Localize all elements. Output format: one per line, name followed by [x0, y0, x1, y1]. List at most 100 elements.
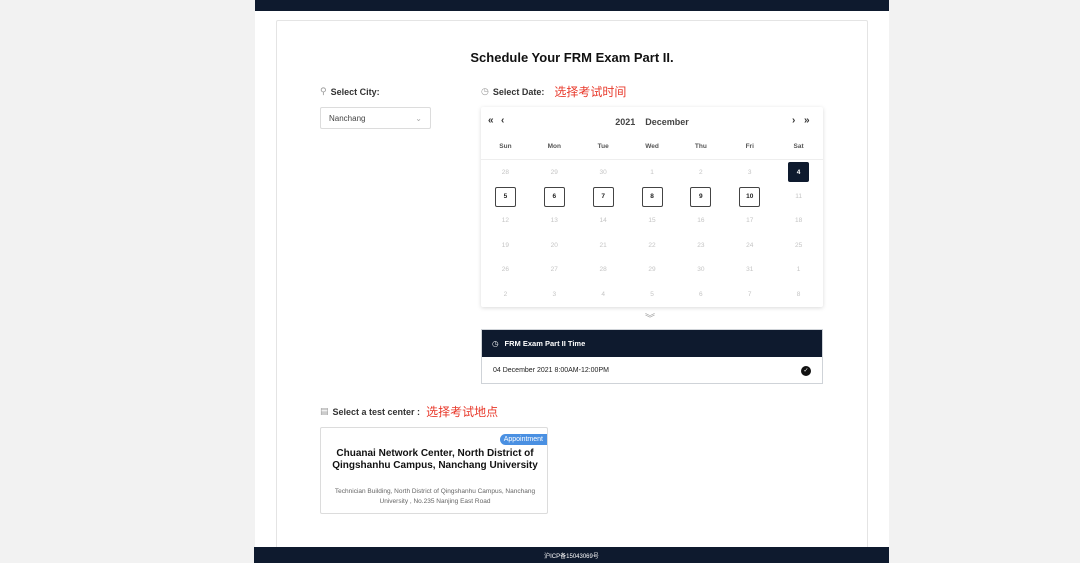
calendar-day-muted: 14	[579, 209, 628, 233]
weekday-label: Tue	[597, 143, 609, 150]
calendar-day-number: 3	[747, 168, 752, 176]
exam-time-panel: ◷ FRM Exam Part II Time 04 December 2021…	[481, 329, 823, 384]
double-chevron-down-icon[interactable]: ︾	[645, 310, 655, 325]
calendar-day-available[interactable]: 9	[676, 184, 725, 208]
calendar-day-selected[interactable]: 4	[774, 160, 823, 184]
calendar-day-number: 28	[599, 266, 607, 274]
calendar-day-number: 16	[697, 217, 705, 225]
exam-time-title: FRM Exam Part II Time	[504, 339, 586, 348]
calendar-day-number: 24	[746, 241, 754, 249]
calendar-day-available[interactable]: 7	[579, 184, 628, 208]
calendar-day-muted: 11	[774, 184, 823, 208]
calendar-day-number: 10	[739, 186, 761, 207]
page-title: Schedule Your FRM Exam Part II.	[470, 50, 674, 65]
calendar-day-muted: 25	[774, 233, 823, 257]
calendar-year[interactable]: 2021	[615, 117, 635, 127]
calendar-day-number: 8	[641, 186, 663, 207]
next-year-button[interactable]: »	[804, 115, 810, 126]
calendar-day-number: 6	[699, 290, 703, 298]
document-icon: ▤	[320, 406, 329, 416]
clock-icon: ◷	[492, 339, 499, 348]
calendar-day-muted: 2	[676, 160, 725, 184]
calendar-day-muted: 8	[774, 282, 823, 306]
calendar-day-number: 9	[690, 186, 712, 207]
calendar-day-number: 12	[501, 217, 510, 225]
exam-time-slot-label: 04 December 2021 8:00AM-12:00PM	[493, 367, 609, 374]
select-city-label-row: ⚲ Select City:	[320, 86, 380, 97]
calendar-day-number: 17	[746, 217, 754, 225]
test-center-label: Select a test center :	[332, 406, 421, 417]
city-select[interactable]: Nanchang ⌄	[320, 107, 431, 129]
calendar-day-number: 3	[552, 290, 557, 298]
calendar-day-number: 18	[794, 217, 803, 225]
calendar-day-available[interactable]: 8	[628, 184, 677, 208]
calendar-header: 2021 December	[481, 115, 823, 129]
calendar-day-number: 20	[550, 241, 558, 249]
calendar-day-number: 4	[601, 290, 605, 298]
calendar-day-number: 2	[503, 290, 508, 298]
calendar-day-muted: 19	[481, 233, 530, 257]
weekday-row: Sun Mon Tue Wed Thu Fri Sat	[481, 143, 823, 155]
calendar-day-muted: 1	[774, 258, 823, 282]
calendar-day-muted: 26	[481, 258, 530, 282]
top-bar	[255, 0, 889, 11]
calendar-day-muted: 2	[481, 282, 530, 306]
calendar-day-muted: 31	[725, 258, 774, 282]
calendar-day-available[interactable]: 5	[481, 184, 530, 208]
calendar-day-muted: 29	[530, 160, 579, 184]
footer-icp: 沪ICP备15043069号	[544, 553, 599, 560]
calendar-day-muted: 28	[579, 258, 628, 282]
calendar-day-available[interactable]: 6	[530, 184, 579, 208]
calendar-day-muted: 30	[676, 258, 725, 282]
calendar-day-number: 1	[796, 266, 801, 274]
calendar-day-number: 5	[494, 186, 516, 207]
calendar-day-muted: 24	[725, 233, 774, 257]
calendar-month[interactable]: December	[645, 117, 689, 127]
calendar-day-number: 15	[648, 217, 656, 225]
city-select-value: Nanchang	[329, 113, 366, 123]
weekday-label: Fri	[745, 143, 754, 150]
calendar-day-muted: 3	[530, 282, 579, 306]
calendar-day-muted: 17	[725, 209, 774, 233]
calendar-day-number: 6	[543, 186, 565, 207]
calendar-day-muted: 3	[725, 160, 774, 184]
select-date-label: Select Date:	[492, 86, 545, 97]
calendar-day-muted: 6	[676, 282, 725, 306]
weekday-label: Sun	[499, 143, 512, 150]
calendar-day-number: 11	[795, 193, 802, 201]
calendar-day-grid: 28 29 30 1 2 3 4 5 6 7 8 9 10 11 12 13 14 15 16 17 18 19 20 21 2…	[481, 160, 823, 306]
calendar-day-muted: 4	[579, 282, 628, 306]
calendar-day-number: 30	[697, 266, 705, 274]
select-city-label: Select City:	[330, 86, 380, 97]
exam-time-slot[interactable]: 04 December 2021 8:00AM-12:00PM ✓	[482, 357, 822, 384]
calendar-day-number: 7	[592, 186, 614, 207]
calendar-day-muted: 27	[530, 258, 579, 282]
test-center-card[interactable]: Appointment Chuanai Network Center, Nort…	[320, 427, 548, 514]
calendar-day-number: 26	[501, 266, 510, 274]
calendar-day-muted: 12	[481, 209, 530, 233]
calendar-day-muted: 18	[774, 209, 823, 233]
date-calendar: « ‹ 2021 December › » Sun Mon Tue Wed Th…	[481, 107, 823, 307]
date-annotation: 选择考试时间	[554, 85, 627, 99]
select-date-label-row: ◷ Select Date: 选择考试时间	[481, 83, 626, 100]
location-pin-icon: ⚲	[320, 86, 327, 96]
calendar-day-number: 7	[747, 290, 752, 298]
footer: 沪ICP备15043069号	[254, 547, 889, 563]
calendar-day-muted: 13	[530, 209, 579, 233]
calendar-day-number: 30	[599, 168, 607, 176]
calendar-day-number: 29	[648, 266, 656, 274]
calendar-day-number: 13	[550, 217, 558, 225]
calendar-day-number: 2	[699, 168, 703, 176]
calendar-day-muted: 21	[579, 233, 628, 257]
calendar-day-number: 14	[599, 217, 607, 225]
calendar-day-muted: 28	[481, 160, 530, 184]
calendar-day-number: 22	[648, 241, 656, 249]
calendar-day-available[interactable]: 10	[725, 184, 774, 208]
calendar-day-muted: 16	[676, 209, 725, 233]
next-month-button[interactable]: ›	[792, 115, 795, 126]
calendar-day-muted: 7	[725, 282, 774, 306]
calendar-day-muted: 22	[628, 233, 677, 257]
weekday-label: Mon	[547, 143, 561, 150]
calendar-day-number: 25	[794, 241, 803, 249]
calendar-day-number: 29	[550, 168, 558, 176]
